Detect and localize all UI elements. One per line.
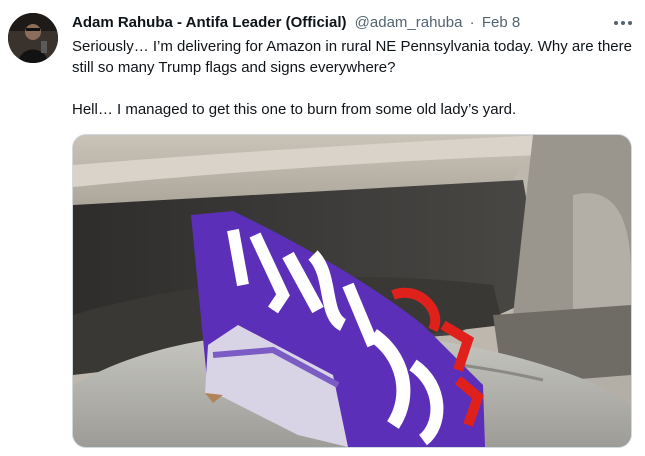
author-handle[interactable]: @adam_rahuba	[355, 14, 463, 31]
separator-dot: ·	[469, 14, 475, 31]
author-name[interactable]: Adam Rahuba - Antifa Leader (Official)	[72, 14, 346, 31]
tweet-photo[interactable]	[72, 134, 632, 448]
tweet-text-paragraph-1: Seriously… I’m delivering for Amazon in …	[72, 38, 632, 76]
more-icon[interactable]	[613, 14, 633, 32]
avatar[interactable]	[8, 13, 58, 63]
tweet-text-paragraph-2: Hell… I managed to get this one to burn …	[72, 101, 517, 118]
tweet-text: Seriously… I’m delivering for Amazon in …	[72, 36, 632, 120]
tweet-date[interactable]: Feb 8	[482, 14, 520, 31]
avatar-image	[8, 13, 58, 63]
tweet-header: Adam Rahuba - Antifa Leader (Official) @…	[72, 12, 605, 34]
tweet-card[interactable]: Adam Rahuba - Antifa Leader (Official) @…	[0, 0, 645, 456]
more-dot	[628, 21, 632, 25]
more-dot	[614, 21, 618, 25]
more-dot	[621, 21, 625, 25]
photo-car-interior-flag	[73, 135, 631, 447]
